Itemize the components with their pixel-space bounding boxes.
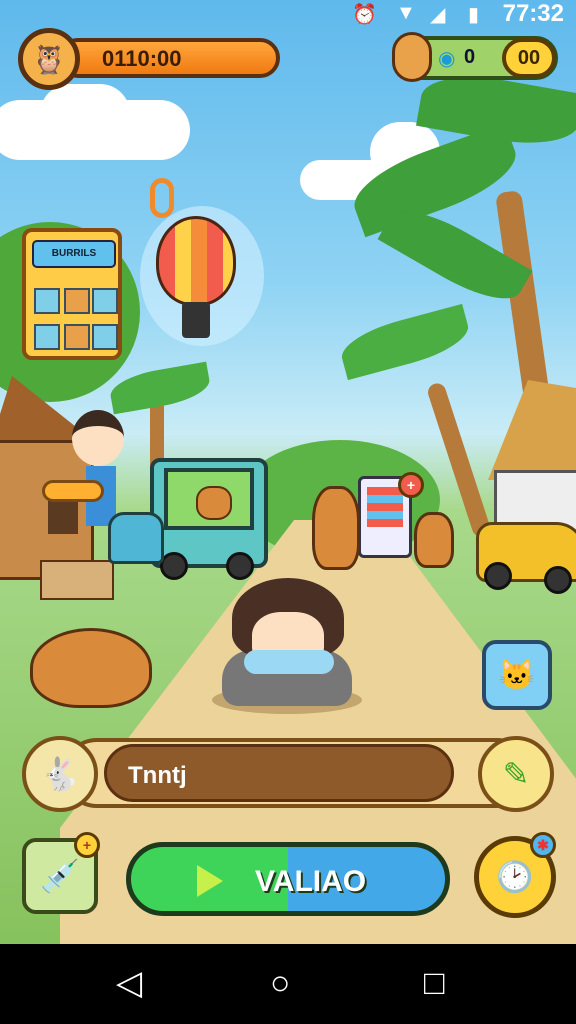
alarm-icon: ⏰ [352,4,377,26]
play-label: VALIAO [255,865,367,898]
hero-scarf [244,650,334,674]
billboard-cell [34,324,60,350]
owl-avatar-icon[interactable]: 🦉 [18,28,80,90]
add-badge-icon: + [74,832,100,858]
name-value: Tnntj [128,762,187,789]
syringe-icon: 💉 [40,858,80,894]
recents-icon[interactable]: □ [424,966,445,1000]
hut-window [48,500,78,534]
thatched-roof [488,380,576,480]
back-icon[interactable]: ◁ [116,966,142,1000]
hut-stairs [40,560,114,600]
pencil-icon: ✎ [502,756,530,792]
billboard-cell [64,288,90,314]
name-bar: Tnntj 🐇 ✎ [22,736,554,812]
play-icon [197,865,223,897]
hut [0,440,94,580]
notification-badge: + [398,472,424,498]
wifi-icon: ▼ [396,2,416,24]
character-avatar-icon[interactable] [392,32,432,82]
coin-value: 0110:00 [102,46,182,71]
truck-screen [164,468,254,530]
clock: 77:32 [502,0,564,27]
cloud [40,84,130,144]
wheel [160,552,188,580]
home-icon[interactable]: ○ [270,966,291,1000]
wheel [484,562,512,590]
food-truck[interactable] [150,458,268,568]
status-bar: ⏰ ▼ ◢ ▮ 77:32 [0,0,576,28]
progress-token [42,480,104,502]
balloon-basket [182,302,210,338]
billboard-cell [64,324,90,350]
wheel [544,566,572,594]
battery-icon: ▮ [468,4,480,26]
billboard-cell [34,288,60,314]
palm-leaf [336,303,474,381]
rabbit-icon: 🐇 [40,756,80,792]
resource-bar[interactable]: ◉ 0 00 [392,32,562,84]
clock-chat-icon: 🕑 [496,860,534,894]
blue-cart [108,512,164,564]
billboard-title: BURRILS [32,240,116,268]
bear-icon [196,486,232,520]
kangaroo-character [312,486,360,570]
cat-icon: 🐱 [498,658,536,692]
billboard[interactable]: BURRILS [22,228,122,360]
hamster-character [30,628,152,708]
balloon-hook [150,178,174,218]
pet-menu-button[interactable]: 🐱 [482,640,552,710]
coin-counter[interactable]: 🦉 0110:00 [18,28,280,90]
play-button[interactable]: VALIAO [126,842,450,916]
gold-count[interactable]: 00 [502,38,556,78]
vending-panel [367,487,403,527]
notification-badge: ✱ [530,832,556,858]
wheel [226,552,254,580]
fox-character [414,512,454,568]
hot-air-balloon[interactable] [156,216,236,306]
gem-icon: ◉ [438,48,456,70]
pet-avatar-button[interactable]: 🐇 [22,736,98,812]
edit-name-button[interactable]: ✎ [478,736,554,812]
billboard-cell [92,288,118,314]
signal-icon: ◢ [430,4,446,26]
billboard-cell [92,324,118,350]
navigation-bar: ◁ ○ □ [0,944,576,1024]
girl-character [72,410,124,466]
gem-count: 0 [464,46,476,68]
